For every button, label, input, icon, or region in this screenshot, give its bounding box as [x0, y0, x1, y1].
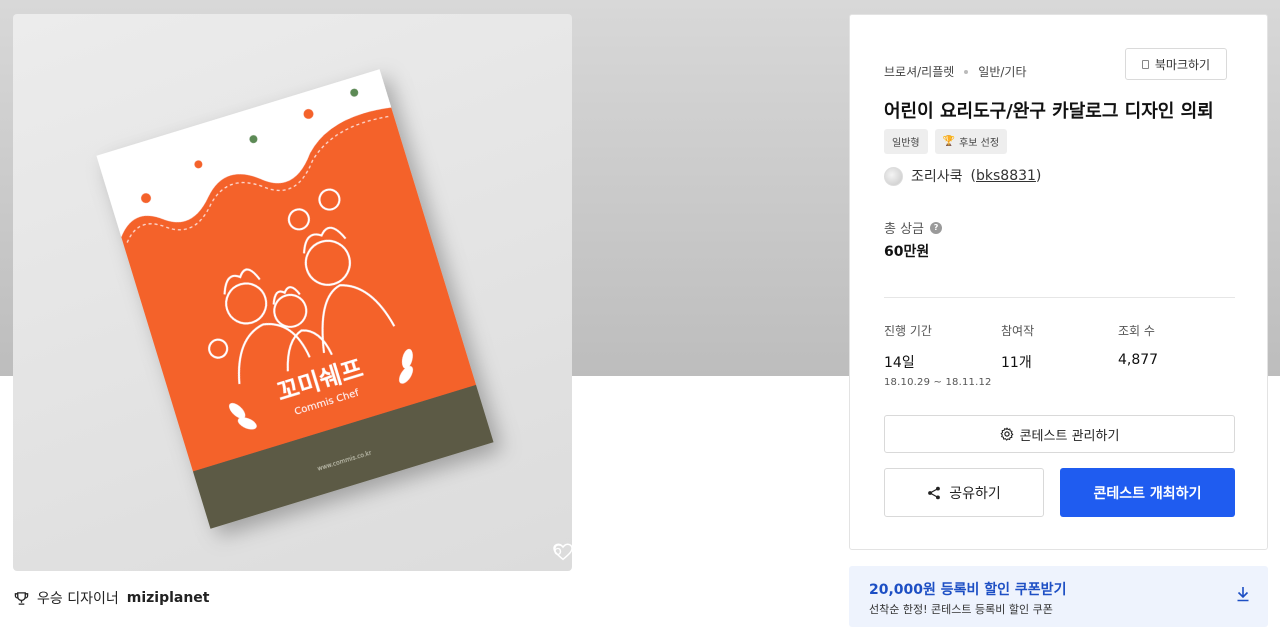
bookmark-label: 북마크하기	[1154, 57, 1211, 72]
contest-image[interactable]: 꼬미쉐프 Commis Chef www.commis.co.kr 6	[13, 14, 572, 571]
avatar	[884, 166, 903, 186]
gear-icon	[1000, 427, 1013, 441]
host-id[interactable]: bks8831	[976, 168, 1036, 184]
divider	[884, 297, 1235, 298]
coupon-subtitle: 선착순 한정! 콘테스트 등록비 할인 쿠폰	[869, 603, 1053, 616]
candidate-badge: 🏆 후보 선정	[934, 129, 1008, 154]
bookmark-button[interactable]: 북마크하기	[1125, 48, 1227, 80]
breadcrumb-subcategory[interactable]: 일반/기타	[978, 63, 1026, 80]
period-dates: 18.10.29 ~ 18.11.12	[884, 377, 992, 388]
winner-name[interactable]: miziplanet	[127, 590, 210, 606]
share-button[interactable]: 공유하기	[884, 468, 1044, 517]
host-info: 조리사쿡 (bks8831)	[884, 166, 1041, 186]
prize-label: 총 상금 ?	[884, 218, 943, 237]
winner-label: 우승 디자이너	[37, 591, 119, 607]
prize-value: 60만원	[884, 244, 930, 260]
coupon-title[interactable]: 20,000원 등록비 할인 쿠폰받기	[869, 579, 1066, 599]
stat-participants: 참여작 11개	[1001, 324, 1035, 371]
trophy-icon	[14, 591, 29, 605]
trophy-icon: 🏆	[942, 136, 956, 147]
download-icon[interactable]	[1236, 586, 1250, 602]
type-badge: 일반형	[884, 129, 928, 154]
help-icon[interactable]: ?	[930, 221, 943, 234]
coupon-banner[interactable]: 20,000원 등록비 할인 쿠폰받기 선착순 한정! 콘테스트 등록비 할인 …	[849, 566, 1268, 627]
like-counter[interactable]: 6	[553, 543, 572, 561]
manage-contest-button[interactable]: 콘테스트 관리하기	[884, 415, 1235, 453]
stat-views: 조회 수 4,877	[1118, 324, 1159, 368]
breadcrumb: 브로셔/리플렛 일반/기타	[884, 63, 1027, 80]
stat-period: 진행 기간 14일 18.10.29 ~ 18.11.12	[884, 324, 992, 388]
host-contest-button[interactable]: 콘테스트 개최하기	[1060, 468, 1235, 517]
bookmark-icon	[1141, 59, 1149, 69]
badge-list: 일반형 🏆 후보 선정	[884, 129, 1008, 154]
winner-designer: 우승 디자이너 miziplanet	[14, 588, 210, 608]
host-name: 조리사쿡	[911, 169, 963, 185]
heart-icon[interactable]	[553, 543, 572, 561]
contest-info-panel: 북마크하기 브로셔/리플렛 일반/기타 어린이 요리도구/완구 카달로그 디자인…	[849, 14, 1268, 550]
contest-title: 어린이 요리도구/완구 카달로그 디자인 의뢰	[884, 101, 1214, 122]
breadcrumb-category[interactable]: 브로셔/리플렛	[884, 63, 954, 80]
share-icon	[928, 486, 941, 499]
breadcrumb-separator	[964, 69, 969, 74]
brochure-mockup: 꼬미쉐프 Commis Chef www.commis.co.kr	[96, 69, 494, 529]
host-id-wrapper[interactable]: (bks8831)	[971, 168, 1042, 184]
